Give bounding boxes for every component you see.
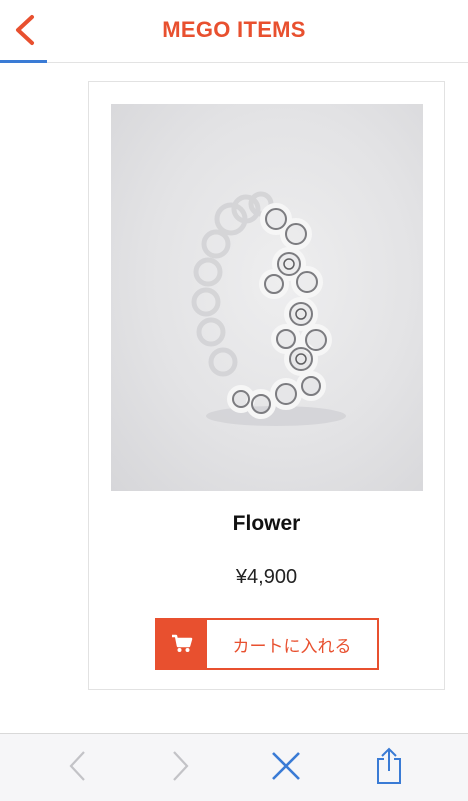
forward-nav-button[interactable] bbox=[160, 748, 200, 788]
product-name: Flower bbox=[232, 512, 301, 535]
header-bar: MEGO ITEMS bbox=[0, 0, 468, 63]
back-nav-button[interactable] bbox=[58, 748, 98, 788]
cart-icon bbox=[157, 620, 207, 668]
product-image bbox=[111, 104, 423, 491]
back-arrow-icon bbox=[67, 750, 89, 787]
product-card[interactable]: Flower ¥4,900 カートに入れる bbox=[88, 81, 445, 690]
close-icon bbox=[271, 751, 301, 786]
product-price: ¥4,900 bbox=[235, 566, 298, 588]
forward-arrow-icon bbox=[169, 750, 191, 787]
page-title: MEGO ITEMS bbox=[162, 17, 306, 42]
add-to-cart-button[interactable]: カートに入れる bbox=[155, 618, 379, 670]
share-icon bbox=[374, 747, 404, 790]
share-button[interactable] bbox=[369, 747, 409, 790]
add-to-cart-label: カートに入れる bbox=[232, 636, 352, 657]
browser-toolbar bbox=[0, 733, 468, 801]
tab-indicator bbox=[0, 60, 47, 63]
close-button[interactable] bbox=[266, 748, 306, 788]
